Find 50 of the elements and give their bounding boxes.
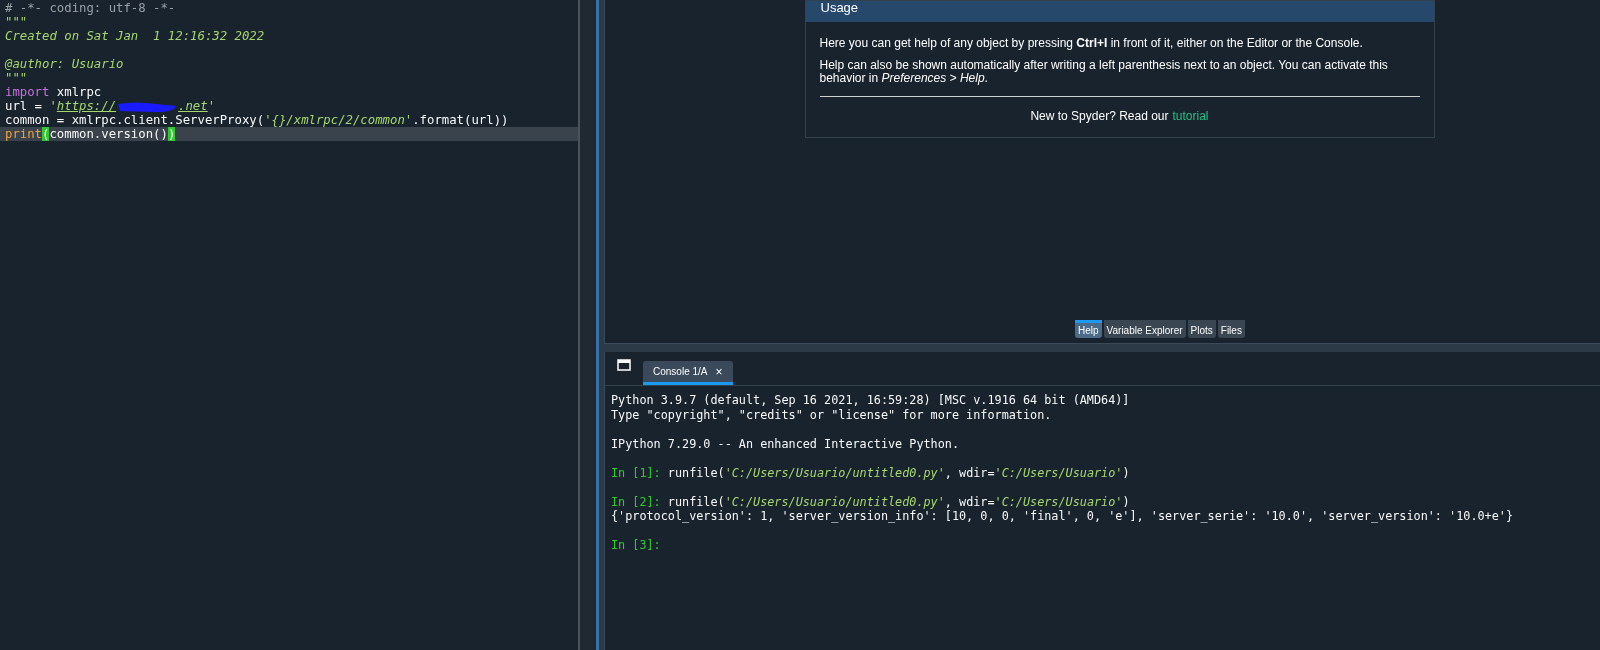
code-token: .net [178, 99, 208, 113]
code-token: runfile( [666, 494, 725, 509]
help-paragraph: Here you can get help of any object by pressing Ctrl+I in front of it, either on the Editor or the Console. [819, 37, 1364, 50]
code-token: """ [5, 71, 28, 85]
code-token: 'C:/Users/Usuario' [994, 465, 1123, 480]
code-token: xmlrpc [55, 85, 102, 99]
code-token: 'C:/Users/Usuario' [994, 494, 1123, 509]
code-token: {'protocol_version': 1, 'server_version_info': [10, 0, 0, 'final', 0, 'e'], 'server_serie': '10.0', 'server_version': '10.0+e'} [611, 509, 1513, 523]
code-token: '{}/xmlrpc/2/common' [264, 113, 413, 127]
code-token: Type "copyright", "credits" or "license" for more information. [611, 407, 1052, 422]
code-token: , wdir= [944, 494, 995, 509]
code-token: https:// [56, 99, 117, 113]
console-tab-label: Console 1/A [653, 365, 708, 379]
code-token: 'C:/Users/Usuario/untitled0.py' [724, 494, 945, 509]
tutorial-link[interactable]: tutorial [1172, 107, 1209, 125]
splitter-bar[interactable] [578, 0, 604, 650]
code-token: .format(url)) [412, 113, 509, 127]
code-token: In [1]: [611, 465, 661, 480]
pane-tab[interactable]: Files [1217, 320, 1245, 338]
code-token: common.version() [49, 127, 168, 141]
code-token: url = [5, 99, 44, 113]
usage-title: Usage [805, 1, 1434, 22]
code-token: 'C:/Users/Usuario/untitled0.py' [724, 465, 945, 480]
help-footer-text: New to Spyder? Read our [1030, 108, 1169, 125]
code-token: Python 3.9.7 (default, Sep 16 2021, 16:59:28) [MSC v.1916 64 bit (AMD64)] [611, 393, 1130, 407]
pane-tab[interactable]: Help [1075, 320, 1102, 338]
code-token: ' [207, 99, 216, 113]
window-icon[interactable] [617, 359, 631, 371]
close-tab-button[interactable]: × [715, 362, 723, 381]
code-token: runfile( [666, 465, 725, 480]
console-tab[interactable]: Console 1/A × [643, 361, 733, 385]
code-token: print [5, 127, 43, 141]
code-token: # -*- coding: utf-8 -*- [5, 1, 176, 15]
code-token: , wdir= [944, 465, 995, 480]
code-token: In [3]: [611, 538, 661, 552]
code-token: common = xmlrpc.client.ServerProxy( [5, 113, 265, 127]
code-token: ' [49, 99, 57, 113]
code-token: Created on Sat Jan 1 12:16:32 2022 [5, 29, 265, 43]
code-token: @author: Usuario [5, 57, 124, 71]
code-token: In [2]: [611, 494, 661, 509]
code-token: import [5, 85, 50, 99]
code-token: """ [5, 15, 28, 29]
code-token: ) [1122, 465, 1130, 480]
help-paragraph: Help can also be shown automatically after writing a left parenthesis next to an object. You can activate this behavior in Preferences > Help. [819, 59, 1389, 85]
code-token: ( [42, 127, 50, 141]
code-token: ) [1122, 494, 1130, 509]
pane-tab[interactable]: Variable Explorer [1103, 320, 1186, 338]
code-token: IPython 7.29.0 -- An enhanced Interactive Python. [611, 436, 959, 451]
pane-tab[interactable]: Plots [1187, 320, 1216, 338]
code-token: ) [167, 127, 176, 141]
